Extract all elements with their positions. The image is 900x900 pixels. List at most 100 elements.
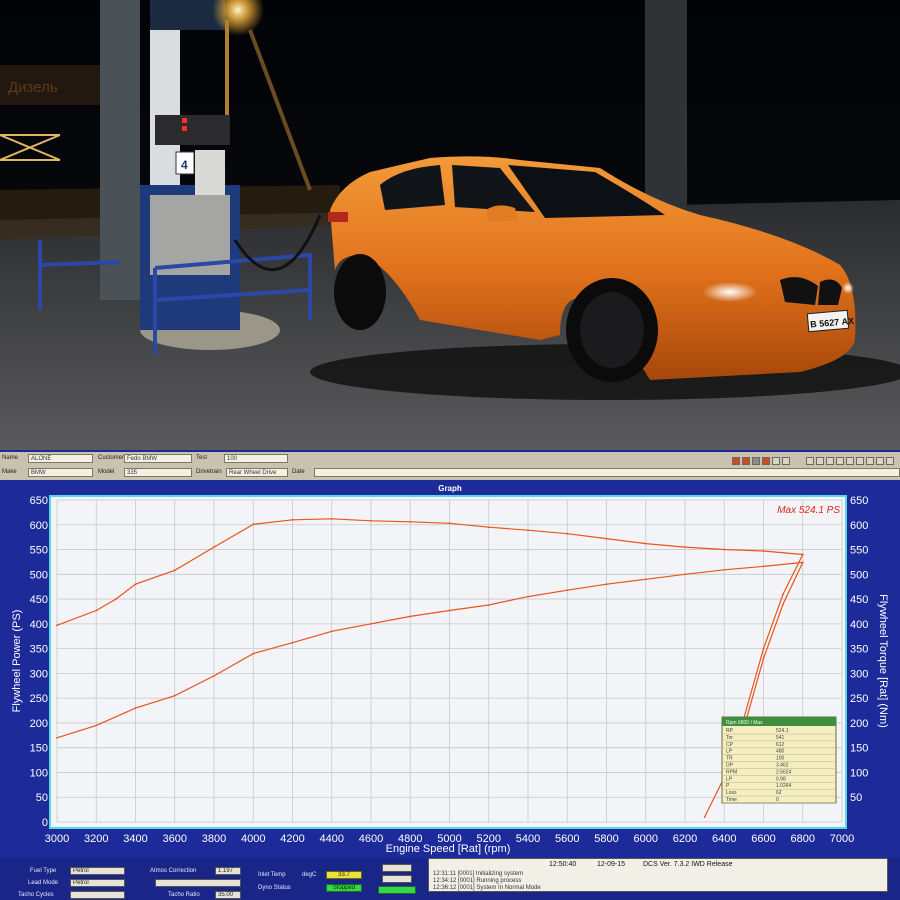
photo-scene: Дизель 4 В 5627 АХ	[0, 0, 900, 450]
toolbar-button[interactable]	[826, 457, 834, 465]
y-axis-right-ticks: 50 100 150 200 250 300 350 400 450 500 550 600 650	[850, 495, 868, 804]
y-tick-label: 600	[30, 520, 48, 532]
series-point	[723, 568, 726, 571]
x-tick-label: 4600	[359, 833, 383, 845]
lead-mode-label: Lead Mode	[28, 880, 59, 886]
x-tick-label: 7000	[830, 833, 854, 845]
toolbar-button[interactable]	[762, 457, 770, 465]
series-point	[370, 622, 372, 625]
name-field[interactable]: ALONE	[28, 454, 93, 463]
series-point	[173, 569, 176, 572]
model-field[interactable]: 335	[124, 468, 192, 477]
toolbar-button[interactable]	[856, 457, 864, 465]
car-photo: Дизель 4 В 5627 АХ	[0, 0, 900, 450]
info-box-title: Rpm 6800 / Max	[726, 720, 763, 726]
toolbar-button[interactable]	[866, 457, 874, 465]
series-point	[605, 583, 608, 586]
series-point	[134, 707, 137, 709]
log-line-3: 12:36:12 [0001] System In Normal Mode	[433, 885, 541, 891]
series-point	[723, 548, 726, 551]
series-point	[762, 647, 765, 650]
toolbar-button[interactable]	[886, 457, 894, 465]
y2-tick-label: 250	[850, 693, 868, 705]
info-row-key: DP	[726, 763, 734, 769]
inlet-temp-unit: degC	[302, 872, 317, 878]
info-row-value: 2.5624	[776, 769, 792, 775]
toolbar-button[interactable]	[742, 457, 750, 465]
make-label: Make	[2, 469, 17, 475]
series-point	[644, 542, 647, 545]
info-row-value: 612	[776, 742, 785, 748]
info-row-value: 541	[776, 735, 785, 741]
toolbar-button[interactable]	[816, 457, 824, 465]
series-point	[330, 517, 333, 520]
y-tick-label: 200	[30, 718, 48, 730]
date-field[interactable]	[314, 468, 900, 477]
y-tick-label: 450	[30, 594, 48, 606]
log-line-2: 12:34:12 [0001] Running process	[433, 878, 522, 884]
info-row-value: 1.0264	[776, 783, 792, 789]
fuel-type-select[interactable]: Petrol	[70, 867, 125, 875]
series-point	[487, 604, 490, 606]
info-row-value: 480	[776, 749, 785, 755]
toolbar-button[interactable]	[806, 457, 814, 465]
panel-button-3[interactable]	[378, 886, 416, 894]
name-label: Name	[2, 455, 19, 461]
y2-tick-label: 450	[850, 594, 868, 606]
toolbar-button[interactable]	[836, 457, 844, 465]
series-point	[252, 652, 255, 655]
inlet-temp-label: Inlet Temp	[258, 872, 286, 878]
series-point	[370, 519, 372, 522]
series-point	[684, 546, 686, 548]
series-point	[134, 583, 137, 586]
series-point	[173, 694, 176, 697]
y2-tick-label: 400	[850, 619, 868, 631]
atmos-correction-value: 1.197	[215, 867, 241, 875]
series-point	[448, 609, 451, 612]
y-tick-label: 300	[30, 668, 48, 680]
y2-tick-label: 200	[850, 718, 868, 730]
toolbar-button[interactable]	[732, 457, 740, 465]
toolbar-button[interactable]	[772, 457, 780, 465]
series-point	[782, 603, 785, 605]
panel-button-2[interactable]	[382, 875, 412, 883]
series-point	[566, 532, 569, 535]
x-tick-label: 6000	[634, 833, 658, 845]
info-row-key: TR	[726, 756, 733, 762]
fuel-type-label: Fuel Type	[30, 868, 57, 874]
y2-tick-label: 550	[850, 545, 868, 557]
x-tick-label: 5400	[516, 833, 540, 845]
lead-mode-select[interactable]: Petrol	[70, 879, 125, 887]
panel-button-1[interactable]	[382, 864, 412, 872]
x-tick-label: 3000	[45, 833, 69, 845]
y2-tick-label: 600	[850, 520, 868, 532]
y-axis-label: Flywheel Power (PS)	[11, 610, 23, 713]
toolbar-button[interactable]	[846, 457, 854, 465]
make-field[interactable]: BMW	[28, 468, 93, 477]
series-point	[56, 624, 58, 627]
toolbar-button[interactable]	[752, 457, 760, 465]
info-row-value: 0.98	[776, 776, 786, 782]
info-row-key: Time	[726, 797, 737, 803]
x-tick-label: 3600	[163, 833, 187, 845]
customer-label: Customer	[98, 455, 125, 461]
info-row-key: CP	[726, 742, 734, 748]
drivetrain-field[interactable]: Rear Wheel Drive	[226, 468, 288, 477]
info-row-value: 100	[776, 756, 785, 762]
model-label: Model	[98, 469, 115, 475]
headlight	[702, 282, 758, 302]
x-tick-label: 4200	[280, 833, 304, 845]
toolbar-button[interactable]	[876, 457, 884, 465]
x-tick-label: 6600	[751, 833, 775, 845]
y-tick-label: 250	[30, 693, 48, 705]
customer-field[interactable]: Fedo BMW	[124, 454, 192, 463]
series-point	[291, 641, 294, 644]
canopy-column	[100, 0, 140, 300]
y-tick-label: 100	[30, 767, 48, 779]
toolbar-button[interactable]	[782, 457, 790, 465]
sign-text: Дизель	[8, 79, 58, 96]
test-field[interactable]: 100	[224, 454, 288, 463]
info-row-value: 3.462	[776, 763, 789, 769]
tacho-cycles-select[interactable]	[70, 891, 125, 899]
status-time: 12:50:40	[549, 861, 577, 868]
